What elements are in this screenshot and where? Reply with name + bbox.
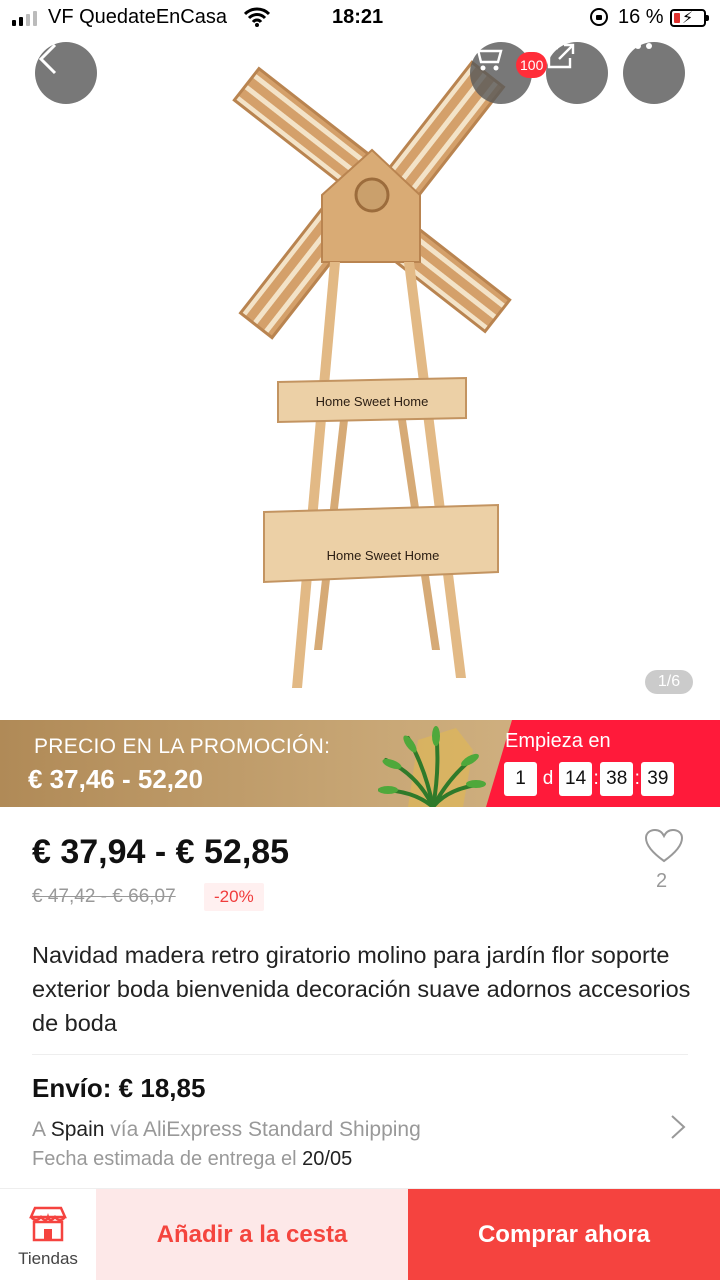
delivery-label: Fecha estimada de entrega el [32,1148,297,1170]
more-options-button[interactable] [623,42,685,104]
product-image: Home Sweet Home Home Sweet Home [232,60,512,688]
countdown-label: Empieza en [505,730,611,752]
original-price: € 47,42 - € 66,07 [32,886,176,907]
battery-percent: 16 % [618,6,664,28]
battery-icon: ⚡ [670,9,709,27]
shipping-route[interactable]: A Spain vía AliExpress Standard Shipping [32,1118,421,1142]
shipping-country: Spain [50,1118,105,1141]
share-icon [547,43,575,69]
countdown-days: 1 [504,762,537,796]
shipping-cost[interactable]: Envío: € 18,85 [32,1073,205,1104]
carrier-name: VF QuedateEnCasa [48,6,227,28]
back-button[interactable] [35,42,97,104]
countdown-minutes: 38 [600,762,634,796]
countdown-separator: : [634,768,640,789]
promo-label: PRECIO EN LA PROMOCIÓN: [34,735,331,758]
countdown-days-unit: d [542,768,554,789]
discount-badge: -20% [204,883,264,911]
delivery-estimate: Fecha estimada de entrega el 20/05 [32,1148,352,1171]
back-icon [38,43,57,75]
rotation-lock-icon [590,8,608,26]
wifi-icon [244,7,270,27]
product-price: € 37,94 - € 52,85 [32,833,290,871]
wishlist-count: 2 [656,870,668,892]
add-to-cart-button[interactable]: Añadir a la cesta [96,1189,408,1280]
image-counter: 1/6 [645,670,693,694]
divider [32,1054,688,1055]
shipping-method: vía AliExpress Standard Shipping [110,1118,421,1141]
countdown-separator: : [593,768,599,789]
buy-now-button[interactable]: Comprar ahora [408,1189,720,1280]
countdown-seconds: 39 [641,762,675,796]
sign-text-lower: Home Sweet Home [327,548,440,563]
store-button[interactable]: Tiendas [0,1189,96,1280]
chevron-right-icon[interactable] [668,1112,688,1142]
shipping-to-prefix: A [32,1118,45,1141]
cart-count-badge: 100 [516,52,548,78]
sign-text-upper: Home Sweet Home [316,394,429,409]
product-image-gallery[interactable]: Home Sweet Home Home Sweet Home 100 1/6 [0,0,720,720]
product-title: Navidad madera retro giratorio molino pa… [32,942,691,1036]
signal-icon [12,10,37,26]
store-label: Tiendas [18,1249,78,1268]
countdown-hours: 14 [559,762,593,796]
plant-illustration [378,726,486,807]
cart-icon [472,44,503,71]
promo-banner[interactable]: PRECIO EN LA PROMOCIÓN: € 37,46 - 52,20 … [0,720,720,807]
promo-price: € 37,46 - 52,20 [28,764,203,794]
share-button[interactable] [546,42,608,104]
more-icon [624,43,652,49]
wishlist-heart-icon[interactable] [644,828,684,864]
countdown-timer: 1 d 14 : 38 : 39 [504,762,675,796]
clock: 18:21 [332,6,384,28]
delivery-date: 20/05 [302,1148,353,1170]
bottom-action-bar: Tiendas Añadir a la cesta Comprar ahora [0,1188,720,1280]
store-icon [29,1206,67,1242]
status-bar: VF QuedateEnCasa 18:21 16 % ⚡ [0,0,720,36]
